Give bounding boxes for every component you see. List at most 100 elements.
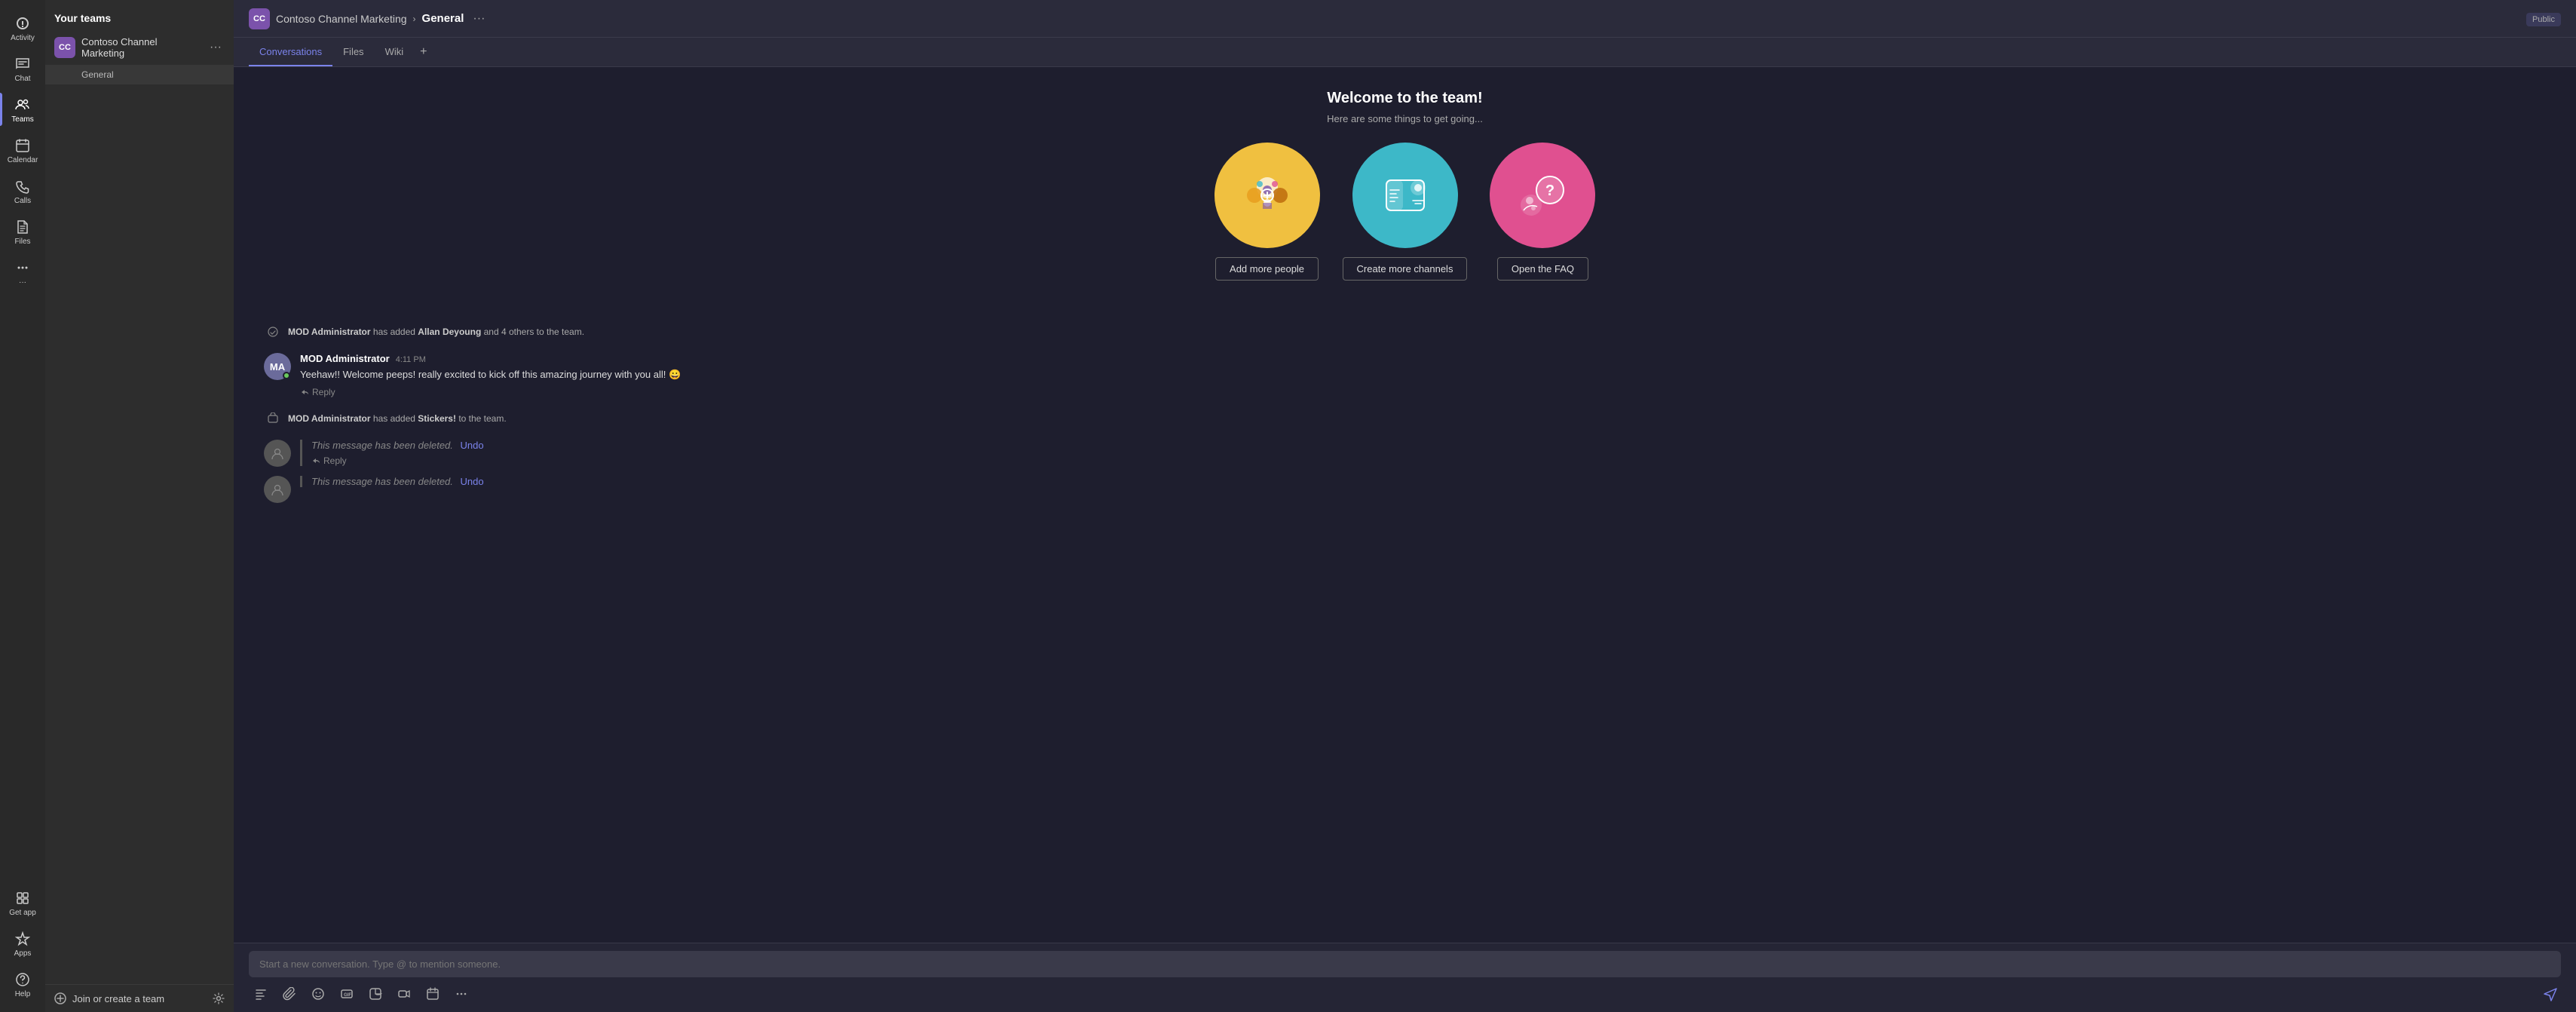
sidebar-item-apps[interactable]: Apps: [0, 923, 45, 964]
compose-input[interactable]: [259, 958, 2550, 970]
sidebar-item-calls[interactable]: Calls: [0, 170, 45, 211]
sidebar: Your teams CC Contoso Channel Marketing …: [45, 0, 234, 1012]
reply-icon-d1: [311, 456, 320, 465]
teams-label: Teams: [11, 115, 33, 124]
open-faq-button[interactable]: Open the FAQ: [1497, 257, 1588, 281]
public-badge: Public: [2526, 13, 2561, 26]
compose-input-wrap[interactable]: [249, 951, 2561, 977]
add-more-people-button[interactable]: Add more people: [1215, 257, 1319, 281]
msg-avatar-1: MA: [264, 353, 291, 380]
msg-header-1: MOD Administrator 4:11 PM: [300, 353, 2546, 364]
apps-icon: [14, 931, 31, 947]
msg-author-1: MOD Administrator: [300, 353, 390, 364]
compose-area: GIF: [234, 943, 2576, 1012]
add-tab-button[interactable]: +: [414, 38, 433, 66]
activity-label: Activity: [11, 34, 35, 42]
msg-text-1: Yeehaw!! Welcome peeps! really excited t…: [300, 367, 2546, 382]
system-icon-1: [264, 323, 282, 341]
welcome-section: Welcome to the team! Here are some thing…: [264, 82, 2546, 311]
system-text-1: MOD Administrator has added Allan Deyoun…: [288, 327, 584, 337]
sidebar-item-activity[interactable]: Activity: [0, 8, 45, 48]
more-apps-icon: [14, 259, 31, 276]
reply-button-1[interactable]: Reply: [300, 387, 2546, 397]
reply-icon-1: [300, 388, 309, 397]
join-create-icon: [54, 992, 66, 1004]
welcome-subtitle: Here are some things to get going...: [264, 113, 2546, 124]
calendar-label: Calendar: [8, 156, 38, 164]
deleted-text-1: This message has been deleted.: [311, 440, 453, 451]
sidebar-item-getapp[interactable]: Get app: [0, 882, 45, 923]
tab-wiki[interactable]: Wiki: [375, 38, 415, 66]
compose-more-icon[interactable]: [452, 985, 470, 1003]
sidebar-item-teams[interactable]: Teams: [0, 89, 45, 130]
emoji-icon[interactable]: [309, 985, 327, 1003]
svg-text:?: ?: [1545, 182, 1554, 199]
calls-label: Calls: [14, 197, 31, 205]
gif-icon[interactable]: GIF: [338, 985, 356, 1003]
topbar-team-avatar: CC: [249, 8, 270, 29]
deleted-message-1: This message has been deleted. Undo Repl…: [264, 440, 2546, 467]
format-text-icon[interactable]: [252, 985, 270, 1003]
calendar-icon: [14, 137, 31, 154]
team-name-contoso: Contoso Channel Marketing: [81, 36, 201, 59]
chevron-right-icon: ›: [413, 14, 416, 24]
reply-button-deleted-1[interactable]: Reply: [311, 455, 2546, 466]
schedule-icon[interactable]: [424, 985, 442, 1003]
join-create-button[interactable]: Join or create a team: [54, 992, 164, 1004]
undo-button-1[interactable]: Undo: [461, 440, 484, 451]
system-icon-2: [264, 409, 282, 428]
deleted-text-2: This message has been deleted.: [311, 476, 453, 487]
undo-button-2[interactable]: Undo: [461, 476, 484, 487]
system-text-2: MOD Administrator has added Stickers! to…: [288, 413, 507, 424]
welcome-card-faq: ? Open the FAQ: [1490, 143, 1595, 281]
compose-toolbar: GIF: [249, 983, 2561, 1004]
chat-label: Chat: [14, 75, 30, 83]
settings-icon[interactable]: [213, 992, 225, 1004]
create-channels-illustration: [1352, 143, 1458, 248]
more-label: ···: [19, 278, 26, 287]
activity-icon: [14, 15, 31, 32]
msg-body-1: MOD Administrator 4:11 PM Yeehaw!! Welco…: [300, 353, 2546, 397]
deleted-body-1: This message has been deleted. Undo Repl…: [300, 440, 2546, 466]
channel-item-general[interactable]: General: [45, 65, 234, 84]
svg-text:GIF: GIF: [344, 993, 351, 998]
chat-icon: [14, 56, 31, 72]
sidebar-title: Your teams: [54, 12, 111, 24]
tabs: Conversations Files Wiki +: [234, 38, 2576, 67]
join-create-label: Join or create a team: [72, 993, 164, 1004]
meet-icon[interactable]: [395, 985, 413, 1003]
sidebar-item-chat[interactable]: Chat: [0, 48, 45, 89]
sticker-icon[interactable]: [366, 985, 384, 1003]
attach-icon[interactable]: [280, 985, 299, 1003]
welcome-card-create-channels: Create more channels: [1343, 143, 1468, 281]
sidebar-item-more[interactable]: ···: [0, 252, 45, 293]
tab-conversations[interactable]: Conversations: [249, 38, 332, 66]
send-button[interactable]: [2543, 986, 2558, 1001]
icon-rail: Activity Chat Teams Calend: [0, 0, 45, 1012]
conversation-area: Welcome to the team! Here are some thing…: [234, 67, 2576, 943]
files-label: Files: [14, 238, 30, 246]
sidebar-team-contoso[interactable]: CC Contoso Channel Marketing ···: [45, 30, 234, 65]
help-label: Help: [15, 990, 31, 998]
deleted-body-2: This message has been deleted. Undo: [300, 476, 2546, 487]
tab-files[interactable]: Files: [332, 38, 374, 66]
msg-time-1: 4:11 PM: [396, 355, 426, 364]
sidebar-item-calendar[interactable]: Calendar: [0, 130, 45, 170]
team-more-button[interactable]: ···: [207, 39, 225, 56]
welcome-cards: Add more people Create mo: [264, 143, 2546, 281]
deleted-message-2: This message has been deleted. Undo: [264, 476, 2546, 503]
channel-more-icon[interactable]: ···: [473, 12, 485, 26]
main-content: CC Contoso Channel Marketing › General ·…: [234, 0, 2576, 1012]
help-icon: [14, 971, 31, 988]
files-icon: [14, 219, 31, 235]
sidebar-item-files[interactable]: Files: [0, 211, 45, 252]
get-app-icon: [14, 890, 31, 906]
deleted-avatar-icon-2: [271, 483, 284, 496]
icon-rail-bottom: Get app Apps Help: [0, 882, 45, 1012]
sidebar-header: Your teams: [45, 0, 234, 30]
create-more-channels-button[interactable]: Create more channels: [1343, 257, 1468, 281]
topbar: CC Contoso Channel Marketing › General ·…: [234, 0, 2576, 38]
topbar-team-name: Contoso Channel Marketing: [276, 13, 407, 25]
system-message-1: MOD Administrator has added Allan Deyoun…: [264, 320, 2546, 344]
sidebar-item-help[interactable]: Help: [0, 964, 45, 1004]
